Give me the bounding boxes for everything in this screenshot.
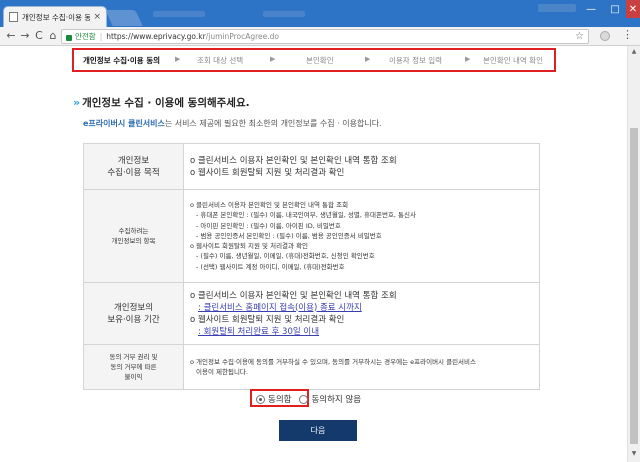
address-bar[interactable]: 안전함 | https://www.eprivacy.go.kr /juminP… xyxy=(61,29,589,44)
consent-radio-group: 동의함 동의하지 않음 xyxy=(256,393,369,405)
step-consent: 개인정보 수집·이용 동의 xyxy=(83,56,161,65)
next-button[interactable]: 다음 xyxy=(279,420,357,441)
page-title-text: 개인정보 수집 · 이용에 동의해주세요. xyxy=(82,97,250,109)
tab-title: 개인정보 수집·이용 동의 xyxy=(22,12,90,22)
table-row: 수집하려는 개인정보의 항목 o 클린서비스 이용자 본인확인 및 본인확인 내… xyxy=(83,189,540,283)
retention-label: 개인정보의 보유·이용 기간 xyxy=(83,282,184,345)
page-title: » 개인정보 수집 · 이용에 동의해주세요. xyxy=(73,95,250,110)
scroll-thumb[interactable] xyxy=(630,128,638,444)
profile-button[interactable] xyxy=(538,4,576,12)
maximize-button[interactable]: □ xyxy=(602,0,628,18)
items-label: 수집하려는 개인정보의 항목 xyxy=(83,189,184,283)
refusal-content: o 개인정보 수집·이용에 동의를 거부하실 수 있으며, 동의를 거부하시는 … xyxy=(183,344,540,390)
purpose-label: 개인정보 수집·이용 목적 xyxy=(83,143,184,190)
step-arrow-icon: ▶ xyxy=(175,55,181,63)
disagree-radio[interactable] xyxy=(299,394,309,404)
lock-icon xyxy=(66,34,72,41)
disagree-label[interactable]: 동의하지 않음 xyxy=(311,393,361,405)
step-arrow-icon: ▶ xyxy=(365,55,371,63)
home-button[interactable]: ⌂ xyxy=(45,28,61,44)
new-tab-button[interactable] xyxy=(105,10,143,26)
page-icon xyxy=(9,12,18,22)
page-viewport: 개인정보 수집·이용 동의 ▶ 조회 대상 선택 ▶ 본인확인 ▶ 이용자 정보… xyxy=(0,46,627,462)
step-select-target: 조회 대상 선택 xyxy=(197,56,244,65)
url-path: /juminProcAgree.do xyxy=(205,32,280,41)
step-user-info: 이용자 정보 입력 xyxy=(389,56,443,65)
table-row: 개인정보의 보유·이용 기간 o 클린서비스 이용자 본인확인 및 본인확인 내… xyxy=(83,282,540,345)
url-host: https://www.eprivacy.go.kr xyxy=(106,32,206,41)
step-verify-history: 본인확인 내역 확인 xyxy=(483,56,543,65)
agree-radio[interactable] xyxy=(256,394,265,404)
consent-table: 개인정보 수집·이용 목적 o 클린서비스 이용자 본인확인 및 본인확인 내역… xyxy=(83,143,540,390)
address-toolbar: ← → C ⌂ 안전함 | https://www.eprivacy.go.kr… xyxy=(0,27,640,46)
browser-tab-strip: 개인정보 수집·이용 동의 × — □ ✕ xyxy=(0,0,640,27)
table-row: 동의 거부 권리 및 동의 거부에 따른 불이익 o 개인정보 수집·이용에 동… xyxy=(83,344,540,390)
intro-text: e프라이버시 클린서비스는 서비스 제공에 필요한 최소한의 개인정보를 수집 … xyxy=(83,118,382,129)
background-tab xyxy=(263,11,305,17)
browser-menu-icon[interactable]: ⋮ xyxy=(622,28,633,41)
bookmark-star-icon[interactable]: ☆ xyxy=(575,30,584,43)
vertical-scrollbar[interactable]: ▲ ▼ xyxy=(627,46,640,462)
scroll-down-icon[interactable]: ▼ xyxy=(630,450,638,457)
double-chevron-icon: » xyxy=(73,96,80,109)
progress-steps: 개인정보 수집·이용 동의 ▶ 조회 대상 선택 ▶ 본인확인 ▶ 이용자 정보… xyxy=(72,48,556,72)
extension-icon[interactable] xyxy=(600,31,610,41)
tab-close-icon[interactable]: × xyxy=(93,12,101,22)
step-identity-check: 본인확인 xyxy=(306,56,334,65)
agree-label[interactable]: 동의함 xyxy=(268,393,291,405)
background-tab xyxy=(153,11,205,17)
purpose-content: o 클린서비스 이용자 본인확인 및 본인확인 내역 통합 조회 o 웹사이트 … xyxy=(183,143,540,190)
browser-tab[interactable]: 개인정보 수집·이용 동의 × xyxy=(3,6,107,27)
service-brand: e프라이버시 클린서비스 xyxy=(83,119,165,128)
intro-rest: 는 서비스 제공에 필요한 최소한의 개인정보를 수집 · 이용합니다. xyxy=(164,119,382,128)
minimize-button[interactable]: — xyxy=(578,0,604,18)
secure-label: 안전함 xyxy=(75,32,96,41)
close-window-button[interactable]: ✕ xyxy=(626,0,640,18)
step-arrow-icon: ▶ xyxy=(465,55,471,63)
retention-content: o 클린서비스 이용자 본인확인 및 본인확인 내역 통합 조회 : 클린서비스… xyxy=(183,282,540,345)
table-row: 개인정보 수집·이용 목적 o 클린서비스 이용자 본인확인 및 본인확인 내역… xyxy=(83,143,540,190)
refusal-label: 동의 거부 권리 및 동의 거부에 따른 불이익 xyxy=(83,344,184,390)
scroll-up-icon[interactable]: ▲ xyxy=(630,48,638,55)
items-content: o 클린서비스 이용자 본인확인 및 본인확인 내역 통합 조회 - 휴대폰 본… xyxy=(183,189,540,283)
step-arrow-icon: ▶ xyxy=(270,55,276,63)
